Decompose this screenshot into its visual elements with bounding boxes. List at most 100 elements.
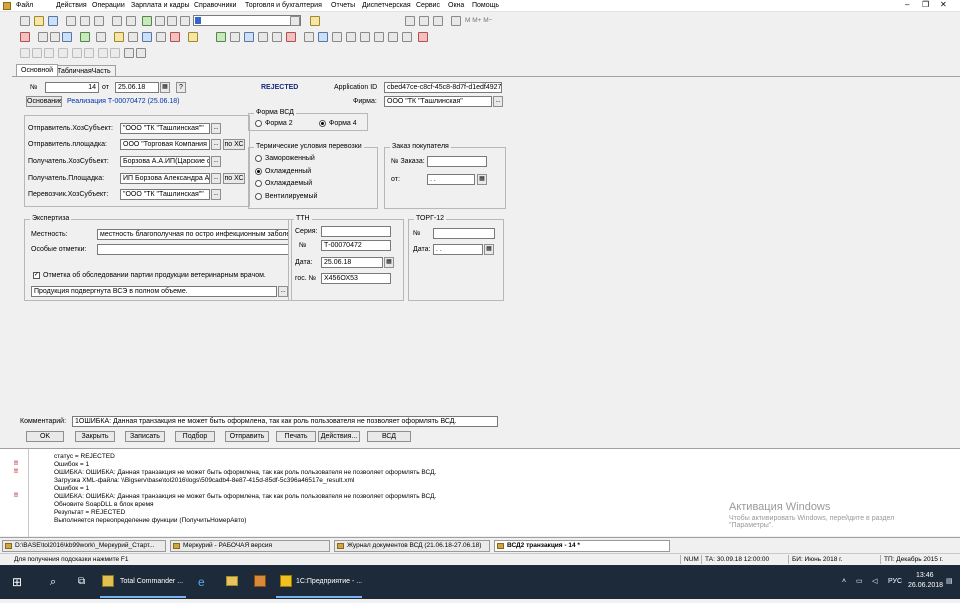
ok-button[interactable]: OK — [26, 431, 64, 442]
place-input[interactable]: местность благополучная по остро инфекци… — [97, 229, 289, 240]
firm-input[interactable]: ООО "ТК "Ташлинская" — [384, 96, 492, 107]
menu-trade[interactable]: Торговля и бухгалтерия — [245, 2, 322, 9]
window-tab-mercury[interactable]: Меркурий - РАБОЧАЯ версия — [170, 540, 330, 552]
search-combo[interactable] — [193, 15, 301, 26]
doc-icon[interactable] — [332, 32, 342, 42]
tools-icon[interactable] — [254, 575, 266, 587]
arrow-up-icon[interactable] — [72, 48, 82, 58]
sender-subject-input[interactable]: "ООО "ТК "Ташлинская"" — [120, 123, 210, 134]
form-tool-icon[interactable] — [20, 48, 30, 58]
torg12-date-input[interactable]: . . — [433, 244, 483, 255]
taskbar-app-total-commander[interactable]: Total Commander ... — [120, 565, 183, 599]
open-icon[interactable] — [34, 16, 44, 26]
menu-operations[interactable]: Операции — [92, 2, 125, 9]
volume-icon[interactable]: ◁ — [872, 565, 877, 599]
thermal-frozen-radio[interactable] — [255, 155, 262, 162]
arrow-down-icon[interactable] — [84, 48, 94, 58]
doc-icon[interactable] — [388, 32, 398, 42]
language-indicator[interactable]: РУС — [888, 565, 902, 599]
bug-icon[interactable] — [418, 32, 428, 42]
menu-references[interactable]: Справочники — [194, 2, 236, 9]
menu-dispatch[interactable]: Диспетчерская — [362, 2, 411, 9]
order-num-input[interactable] — [427, 156, 487, 167]
ttn-gos-input[interactable]: Х456ОХ53 — [321, 273, 391, 284]
select-button[interactable]: Подбор — [175, 431, 215, 442]
product-input[interactable]: Продукция подвергнута ВСЭ в полном объем… — [31, 286, 277, 297]
find-icon[interactable] — [142, 16, 152, 26]
doc-icon[interactable] — [50, 32, 60, 42]
torg12-num-input[interactable] — [433, 228, 495, 239]
ttn-num-input[interactable]: Т-00070472 — [321, 240, 391, 251]
menu-reports[interactable]: Отчеты — [331, 2, 355, 9]
save-button[interactable]: Записать — [125, 431, 165, 442]
send-button[interactable]: Отправить — [225, 431, 269, 442]
form-tool-icon[interactable] — [32, 48, 42, 58]
doc-icon[interactable] — [402, 32, 412, 42]
receiver-subject-input[interactable]: Борзова А.А.ИП(Царские обед — [120, 156, 210, 167]
doc-icon[interactable] — [96, 32, 106, 42]
doc-icon[interactable] — [80, 32, 90, 42]
form-tool-icon[interactable] — [98, 48, 108, 58]
form-tool-icon[interactable] — [44, 48, 54, 58]
date-input[interactable]: 25.06.18 — [115, 82, 159, 93]
network-icon[interactable]: ▭ — [856, 565, 863, 599]
close-icon[interactable]: ✕ — [940, 0, 947, 9]
window-tab-commander[interactable]: D:\BASE\tol2016\kb99work\_Меркурий_Старт… — [2, 540, 166, 552]
doc-icon[interactable] — [318, 32, 328, 42]
menu-service[interactable]: Сервис — [416, 2, 440, 9]
basis-button[interactable]: Основание — [26, 96, 62, 107]
app-icon[interactable] — [3, 2, 11, 10]
basis-link[interactable]: Реализация Т-00070472 (25.06.18) — [67, 98, 180, 105]
form-tool-icon[interactable] — [58, 48, 68, 58]
doc-icon[interactable] — [272, 32, 282, 42]
ttn-series-input[interactable] — [321, 226, 391, 237]
sender-site-select[interactable]: ... — [211, 139, 221, 150]
carrier-select[interactable]: ... — [211, 189, 221, 200]
tray-arrow-icon[interactable]: ˄ — [842, 565, 846, 599]
search-icon[interactable]: ⌕ — [50, 565, 56, 599]
doc-icon[interactable] — [142, 32, 152, 42]
thermal-cooled-radio[interactable] — [255, 180, 262, 187]
sender-site-input[interactable]: ООО "Торговая Компания "Та — [120, 139, 210, 150]
edge-icon[interactable]: e — [198, 565, 205, 599]
form-tool-icon[interactable] — [110, 48, 120, 58]
calendar-button[interactable]: ▦ — [160, 82, 170, 93]
notes-input[interactable] — [97, 244, 289, 255]
notifications-icon[interactable]: ▤ — [946, 565, 953, 599]
doc-icon[interactable] — [62, 32, 72, 42]
redo-icon[interactable] — [167, 16, 177, 26]
sender-by-hs-button[interactable]: по ХС — [223, 139, 245, 150]
ttn-calendar-button[interactable]: ▦ — [384, 257, 394, 268]
calc-icon[interactable] — [405, 16, 415, 26]
paste-icon[interactable] — [94, 16, 104, 26]
preview-icon[interactable] — [126, 16, 136, 26]
copy-icon[interactable] — [80, 16, 90, 26]
doc-icon[interactable] — [20, 32, 30, 42]
back-icon[interactable] — [180, 16, 190, 26]
vsd-button[interactable]: ВСД — [367, 431, 411, 442]
form-tool-icon[interactable] — [124, 48, 134, 58]
doc-icon[interactable] — [188, 32, 198, 42]
doc-icon[interactable] — [244, 32, 254, 42]
window-tab-journal[interactable]: Журнал документов ВСД (21.06.18-27.06.18… — [334, 540, 490, 552]
task-view-icon[interactable]: ⧉ — [78, 565, 85, 599]
sender-subject-select[interactable]: ... — [211, 123, 221, 134]
cut-icon[interactable] — [66, 16, 76, 26]
menu-file[interactable]: Файл — [16, 2, 33, 9]
receiver-by-hs-button[interactable]: по ХС — [223, 173, 245, 184]
doc-icon[interactable] — [286, 32, 296, 42]
menu-actions[interactable]: Действия — [56, 2, 87, 9]
explorer-icon[interactable] — [226, 576, 238, 586]
carrier-input[interactable]: "ООО "ТК "Ташлинская"" — [120, 189, 210, 200]
comment-input[interactable]: 1ОШИБКА: Данная транзакция не может быть… — [72, 416, 498, 427]
doc-icon[interactable] — [258, 32, 268, 42]
vet-check-checkbox[interactable]: ✓ — [33, 272, 40, 279]
doc-icon[interactable] — [38, 32, 48, 42]
window-tab-vsd2[interactable]: ВСД2 транзакция - 14 * — [494, 540, 670, 552]
doc-icon[interactable] — [128, 32, 138, 42]
help-icon[interactable] — [310, 16, 320, 26]
thermal-ventilated-radio[interactable] — [255, 193, 262, 200]
form2-radio[interactable] — [255, 120, 262, 127]
memory-buttons[interactable]: M M+ M− — [465, 17, 492, 24]
actions-button[interactable]: Действия... — [318, 431, 360, 442]
